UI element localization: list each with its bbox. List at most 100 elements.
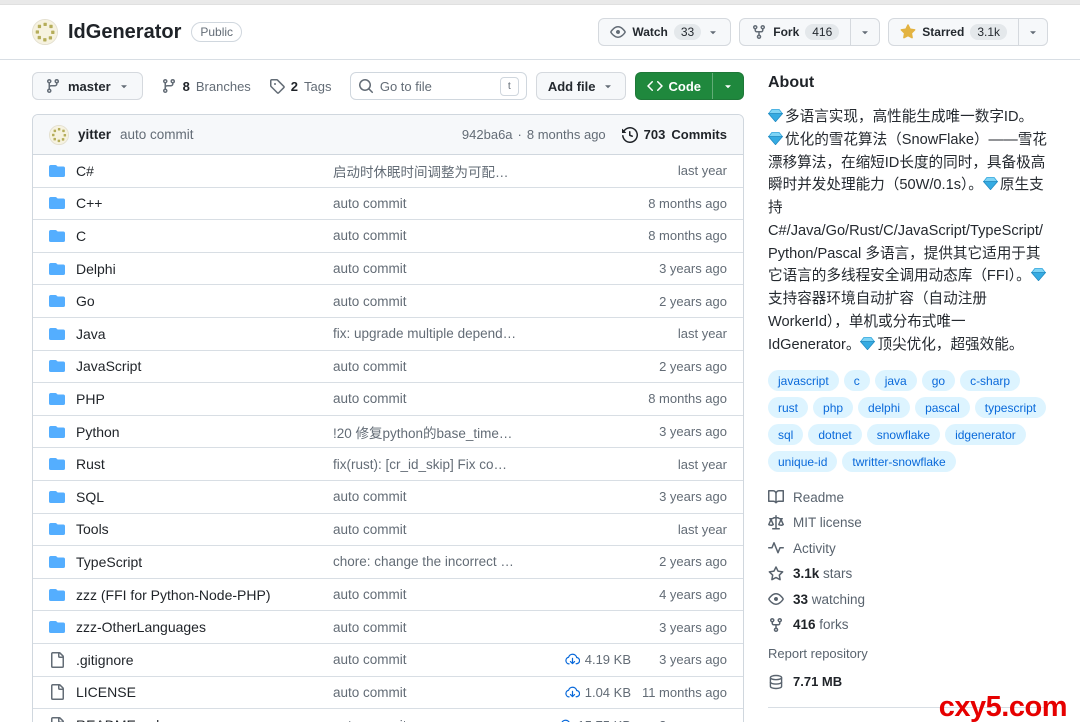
file-name-link[interactable]: C++: [76, 195, 102, 211]
file-name-link[interactable]: Go: [76, 293, 95, 309]
file-commit-message[interactable]: auto commit: [333, 196, 531, 211]
file-row[interactable]: README.md auto commit 15.75 KB 2 years a…: [33, 709, 743, 722]
file-row[interactable]: JavaScript auto commit 2 years ago: [33, 351, 743, 384]
site-watermark: cxy5.com: [939, 691, 1067, 722]
sidebar-meta-item[interactable]: Readme: [768, 489, 1048, 505]
file-row[interactable]: Go auto commit 2 years ago: [33, 285, 743, 318]
file-commit-message[interactable]: auto commit: [333, 620, 531, 635]
file-name-link[interactable]: LICENSE: [76, 684, 136, 700]
file-row[interactable]: C auto commit 8 months ago: [33, 220, 743, 253]
file-name-link[interactable]: C: [76, 228, 86, 244]
file-row[interactable]: Tools auto commit last year: [33, 514, 743, 547]
add-file-button[interactable]: Add file: [536, 72, 626, 100]
sidebar-meta-item[interactable]: 3.1k stars: [768, 566, 1048, 582]
watch-button[interactable]: Watch 33: [598, 18, 731, 46]
file-name-link[interactable]: Delphi: [76, 261, 116, 277]
file-name-link[interactable]: Python: [76, 424, 120, 440]
file-commit-message[interactable]: 启动时休眠时间调整为可配置项: [333, 161, 531, 181]
file-commit-message[interactable]: auto commit: [333, 294, 531, 309]
file-commit-message[interactable]: auto commit: [333, 228, 531, 243]
file-commit-message[interactable]: auto commit: [333, 489, 531, 504]
gem-icon: [768, 109, 783, 122]
code-button[interactable]: Code: [636, 73, 713, 99]
topic-tag[interactable]: snowflake: [867, 424, 940, 445]
topic-tag[interactable]: go: [922, 370, 955, 391]
topic-tag[interactable]: java: [875, 370, 917, 391]
file-name-link[interactable]: C#: [76, 163, 94, 179]
commit-author-link[interactable]: yitter: [78, 127, 111, 142]
file-name-link[interactable]: Java: [76, 326, 106, 342]
file-commit-message[interactable]: auto commit: [333, 685, 531, 700]
file-name-link[interactable]: JavaScript: [76, 358, 141, 374]
commit-history-link[interactable]: 703 Commits: [622, 127, 727, 143]
report-repository-link[interactable]: Report repository: [768, 646, 1048, 661]
file-row[interactable]: PHP auto commit 8 months ago: [33, 383, 743, 416]
file-commit-message[interactable]: auto commit: [333, 587, 531, 602]
star-button[interactable]: Starred 3.1k: [888, 18, 1019, 46]
commit-author-avatar[interactable]: [49, 125, 69, 145]
topic-tag[interactable]: c: [844, 370, 870, 391]
file-row[interactable]: TypeScript chore: change the incorrect p…: [33, 546, 743, 579]
file-commit-message[interactable]: chore: change the incorrect property nam…: [333, 554, 531, 569]
topic-tag[interactable]: javascript: [768, 370, 839, 391]
topic-tag[interactable]: rust: [768, 397, 808, 418]
file-commit-message[interactable]: auto commit: [333, 522, 531, 537]
file-name-link[interactable]: Tools: [76, 521, 109, 537]
file-commit-message[interactable]: fix(rust): [cr_id_skip] Fix compilation …: [333, 457, 531, 472]
file-name-link[interactable]: zzz (FFI for Python-Node-PHP): [76, 587, 271, 603]
file-row[interactable]: .gitignore auto commit 4.19 KB 3 years a…: [33, 644, 743, 677]
topic-tag[interactable]: typescript: [975, 397, 1046, 418]
sidebar-meta-item[interactable]: 416 forks: [768, 617, 1048, 633]
file-name-link[interactable]: Rust: [76, 456, 105, 472]
file-commit-time: 3 years ago: [631, 652, 727, 667]
owner-avatar[interactable]: [32, 19, 58, 45]
sidebar-meta-item[interactable]: Activity: [768, 540, 1048, 556]
topic-tag[interactable]: idgenerator: [945, 424, 1026, 445]
commit-message-link[interactable]: auto commit: [120, 127, 194, 142]
file-row[interactable]: C++ auto commit 8 months ago: [33, 188, 743, 221]
topic-tag[interactable]: php: [813, 397, 853, 418]
file-row[interactable]: zzz-OtherLanguages auto commit 3 years a…: [33, 611, 743, 644]
star-dropdown-button[interactable]: [1018, 18, 1048, 46]
topic-tag[interactable]: twritter-snowflake: [842, 451, 955, 472]
branches-link[interactable]: 8 Branches: [161, 78, 251, 94]
file-commit-message[interactable]: auto commit: [333, 652, 531, 667]
file-row[interactable]: Java fix: upgrade multiple dependencies …: [33, 318, 743, 351]
file-name-link[interactable]: zzz-OtherLanguages: [76, 619, 206, 635]
file-name-link[interactable]: TypeScript: [76, 554, 142, 570]
file-row[interactable]: Delphi auto commit 3 years ago: [33, 253, 743, 286]
file-row[interactable]: LICENSE auto commit 1.04 KB 11 months ag…: [33, 677, 743, 710]
file-row[interactable]: zzz (FFI for Python-Node-PHP) auto commi…: [33, 579, 743, 612]
topic-tag[interactable]: dotnet: [808, 424, 861, 445]
file-commit-message[interactable]: auto commit: [333, 261, 531, 276]
file-row[interactable]: Rust fix(rust): [cr_id_skip] Fix compila…: [33, 448, 743, 481]
sidebar-meta-item[interactable]: 33 watching: [768, 591, 1048, 607]
topic-tag[interactable]: sql: [768, 424, 803, 445]
topic-tag[interactable]: c-sharp: [960, 370, 1020, 391]
go-to-file-input[interactable]: [380, 79, 494, 94]
commit-sha-time[interactable]: 942ba6a · 8 months ago: [462, 127, 606, 142]
fork-dropdown-button[interactable]: [850, 18, 880, 46]
file-row[interactable]: Python !20 修复python的base_time初始值与C#.NET初…: [33, 416, 743, 449]
branch-selector[interactable]: master: [32, 72, 143, 100]
file-commit-message[interactable]: auto commit: [333, 359, 531, 374]
file-name-link[interactable]: README.md: [76, 717, 159, 722]
file-name-link[interactable]: PHP: [76, 391, 105, 407]
file-commit-message[interactable]: !20 修复python的base_time初始值与C#.NET初始...: [333, 422, 531, 442]
file-commit-message[interactable]: auto commit: [333, 718, 531, 722]
file-commit-message[interactable]: auto commit: [333, 391, 531, 406]
sidebar-meta-item[interactable]: MIT license: [768, 515, 1048, 531]
file-name-link[interactable]: SQL: [76, 489, 104, 505]
topic-tag[interactable]: pascal: [915, 397, 970, 418]
file-name-link[interactable]: .gitignore: [76, 652, 134, 668]
file-row[interactable]: SQL auto commit 3 years ago: [33, 481, 743, 514]
topic-tag[interactable]: delphi: [858, 397, 910, 418]
file-row[interactable]: C# 启动时休眠时间调整为可配置项 last year: [33, 155, 743, 188]
file-commit-message[interactable]: fix: upgrade multiple dependencies with …: [333, 326, 531, 341]
topic-tag[interactable]: unique-id: [768, 451, 837, 472]
repo-name-link[interactable]: IdGenerator: [68, 21, 181, 44]
fork-button[interactable]: Fork 416: [739, 18, 851, 46]
tags-link[interactable]: 2 Tags: [269, 78, 332, 94]
code-dropdown-button[interactable]: [712, 73, 743, 99]
file-commit-time: 4 years ago: [631, 587, 727, 602]
